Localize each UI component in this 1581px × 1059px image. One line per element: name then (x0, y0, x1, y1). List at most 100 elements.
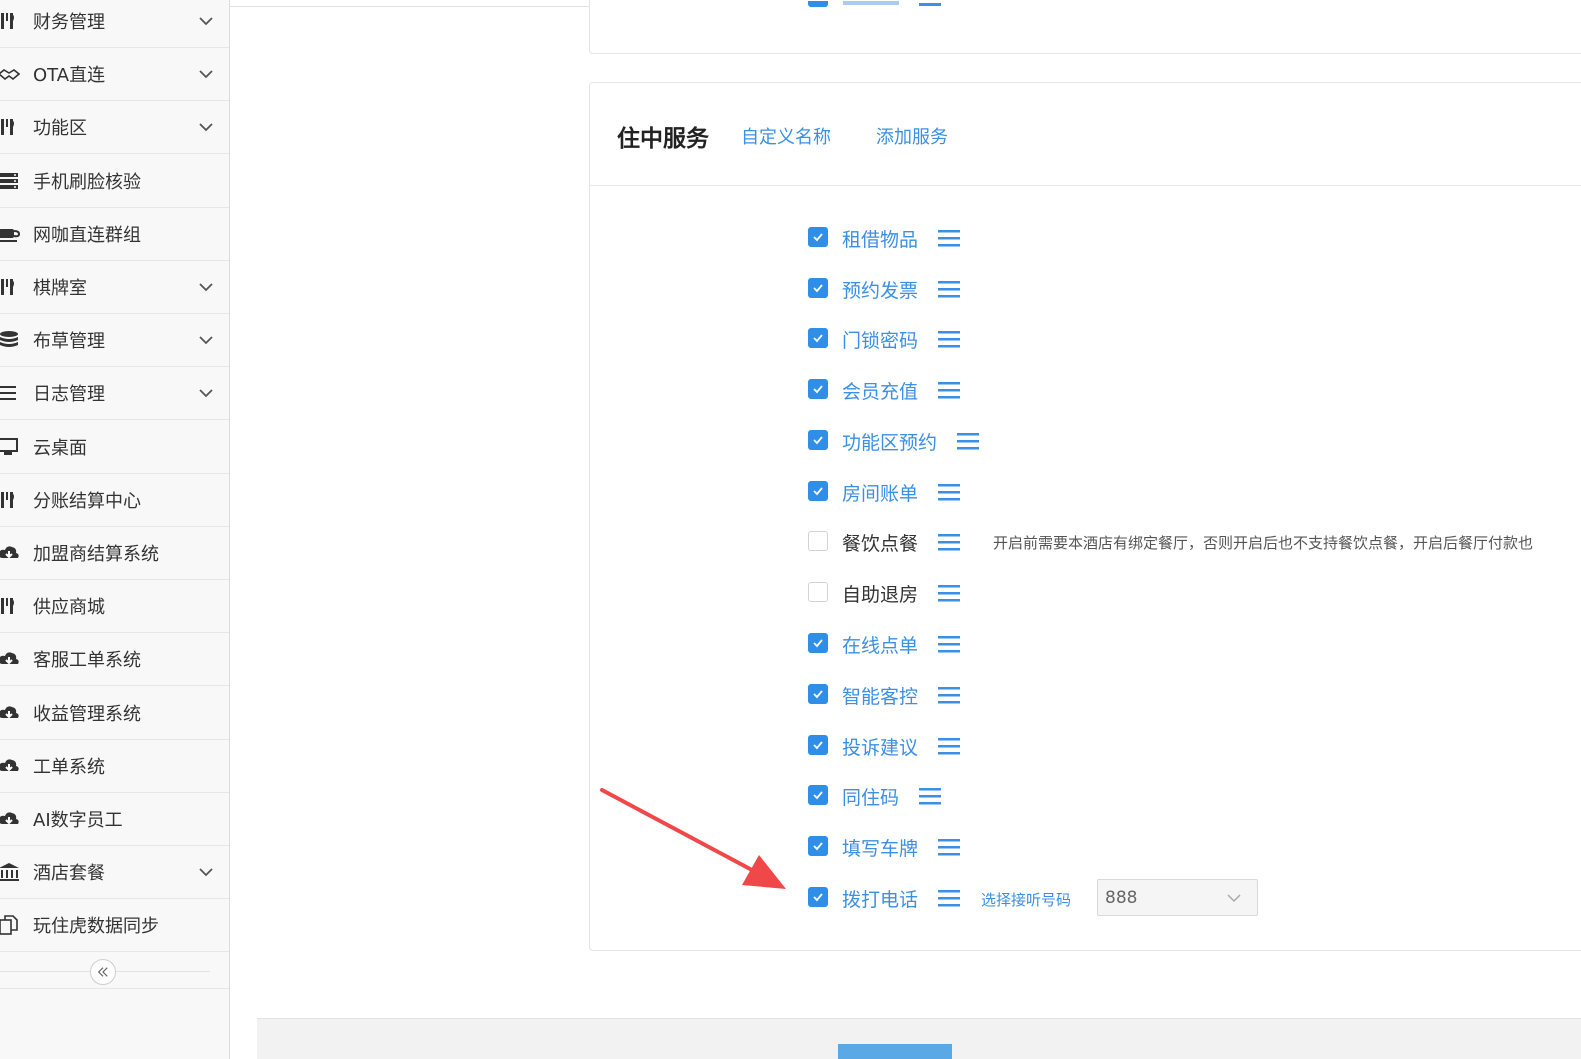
phone-number-select[interactable]: 888 (1097, 879, 1258, 916)
sidebar-item[interactable]: 工单系统 (0, 740, 229, 793)
sidebar-item[interactable]: OTA直连 (0, 48, 229, 102)
service-label[interactable]: 拨打电话 (842, 885, 918, 912)
utensils-icon (0, 116, 20, 138)
sidebar-item[interactable]: AI数字员工 (0, 793, 229, 846)
service-checkbox[interactable] (808, 582, 828, 602)
double-chevron-left-icon[interactable] (90, 959, 116, 985)
rename-link[interactable]: 自定义名称 (741, 123, 831, 149)
service-label[interactable]: 在线点单 (842, 631, 918, 658)
cloud-download-icon (0, 648, 20, 670)
sidebar-item[interactable]: 功能区 (0, 101, 229, 155)
sidebar: 财务管理 OTA直连功能区手机刷脸核验网咖直连群组 棋牌室布草管理日志管理 云桌面 分账… (0, 0, 230, 1059)
sidebar-item-label: 棋牌室 (33, 278, 87, 299)
sidebar-item[interactable]: 布草管理 (0, 314, 229, 368)
sidebar-item[interactable]: 供应商城 (0, 580, 229, 634)
partial-checkbox[interactable] (808, 1, 828, 7)
drag-handle-icon[interactable] (938, 228, 960, 248)
sidebar-item-label: AI数字员工 (33, 810, 123, 831)
sidebar-item[interactable]: 加盟商结算系统 (0, 527, 229, 580)
drag-handle-icon[interactable] (938, 685, 960, 705)
sidebar-item-label: 供应商城 (33, 597, 105, 619)
sidebar-item-label: OTA直连 (33, 65, 106, 87)
service-checkbox[interactable] (808, 633, 828, 653)
service-label[interactable]: 同住码 (842, 783, 899, 810)
drag-handle-icon[interactable] (938, 583, 960, 603)
service-checkbox[interactable] (808, 887, 828, 907)
service-checkbox[interactable] (808, 227, 828, 247)
cloud-download-icon (0, 542, 20, 564)
in-stay-services-card: 住中服务 自定义名称 添加服务 (589, 82, 1581, 951)
service-label[interactable]: 会员充值 (842, 377, 918, 404)
service-checkbox[interactable] (808, 430, 828, 450)
service-checkbox[interactable] (808, 379, 828, 399)
service-label[interactable]: 功能区预约 (842, 428, 937, 455)
chevron-down-icon (198, 279, 214, 295)
drag-handle-icon[interactable] (938, 634, 960, 654)
drag-handle-icon[interactable] (938, 482, 960, 502)
page-title: 住中服务 (617, 126, 709, 152)
sidebar-item[interactable]: 手机刷脸核验 (0, 155, 229, 208)
sidebar-collapse-row (0, 953, 229, 989)
sidebar-item-label: 玩住虎数据同步 (33, 916, 159, 938)
cloud-download-icon (0, 702, 20, 724)
drag-handle-icon[interactable] (938, 837, 960, 857)
sidebar-item-label: 布草管理 (33, 331, 105, 353)
service-checkbox[interactable] (808, 684, 828, 704)
chevron-down-icon (198, 119, 214, 135)
drag-handle-icon[interactable] (919, 786, 941, 806)
save-button[interactable] (838, 1044, 952, 1059)
service-checkbox[interactable] (808, 836, 828, 856)
drag-handle-icon[interactable] (938, 532, 960, 552)
sidebar-item[interactable]: 玩住虎数据同步 (0, 899, 229, 953)
chevron-down-icon (198, 332, 214, 348)
sidebar-item[interactable]: 财务管理 (0, 0, 229, 48)
sidebar-item-label: 收益管理系统 (33, 703, 141, 725)
sidebar-item[interactable]: 云桌面 (0, 421, 229, 474)
service-label[interactable]: 房间账单 (842, 479, 918, 506)
service-checkbox[interactable] (808, 785, 828, 805)
drag-handle-icon[interactable] (938, 329, 960, 349)
service-label[interactable]: 智能客控 (842, 682, 918, 709)
utensils-icon (0, 489, 20, 511)
service-label[interactable]: 自助退房 (842, 580, 918, 607)
sidebar-item[interactable]: 网咖直连群组 (0, 208, 229, 261)
drag-handle-icon[interactable] (938, 888, 960, 908)
sidebar-item[interactable]: 日志管理 (0, 367, 229, 421)
drag-handle-icon[interactable] (957, 431, 979, 451)
service-checkbox[interactable] (808, 531, 828, 551)
chevron-down-icon (198, 385, 214, 401)
service-checkbox[interactable] (808, 735, 828, 755)
service-label[interactable]: 租借物品 (842, 225, 918, 252)
service-label[interactable]: 餐饮点餐 (842, 529, 918, 556)
partial-label (843, 1, 899, 5)
drag-handle-icon[interactable] (938, 380, 960, 400)
sidebar-item-label: 网咖直连群组 (33, 224, 141, 246)
sidebar-item-label: 客服工单系统 (33, 650, 141, 672)
utensils-icon (0, 595, 20, 617)
service-label[interactable]: 投诉建议 (842, 733, 918, 760)
list-icon (0, 382, 20, 404)
add-service-link[interactable]: 添加服务 (876, 123, 948, 149)
service-checkbox[interactable] (808, 481, 828, 501)
sidebar-item[interactable]: 棋牌室 (0, 261, 229, 314)
service-checkbox[interactable] (808, 328, 828, 348)
service-checkbox[interactable] (808, 278, 828, 298)
drag-handle-icon[interactable] (938, 736, 960, 756)
sidebar-item-label: 加盟商结算系统 (33, 544, 159, 565)
sidebar-item[interactable]: 客服工单系统 (0, 633, 229, 687)
chevron-down-icon (198, 864, 214, 880)
partial-drag-icon[interactable] (919, 3, 941, 6)
service-label[interactable]: 预约发票 (842, 276, 918, 303)
service-label[interactable]: 填写车牌 (842, 834, 918, 861)
copy-icon (0, 914, 20, 936)
previous-section-card (589, 0, 1581, 54)
drag-handle-icon[interactable] (938, 279, 960, 299)
sidebar-item[interactable]: 收益管理系统 (0, 687, 229, 740)
phone-number-value: 888 (1105, 888, 1138, 908)
service-label[interactable]: 门锁密码 (842, 326, 918, 353)
sidebar-item[interactable]: 酒店套餐 (0, 846, 229, 900)
sidebar-item-label: 功能区 (33, 118, 87, 140)
cloud-download-icon (0, 808, 20, 830)
service-note: 开启前需要本酒店有绑定餐厅，否则开启后也不支持餐饮点餐，开启后餐厅付款也 (993, 534, 1534, 552)
sidebar-item[interactable]: 分账结算中心 (0, 474, 229, 527)
